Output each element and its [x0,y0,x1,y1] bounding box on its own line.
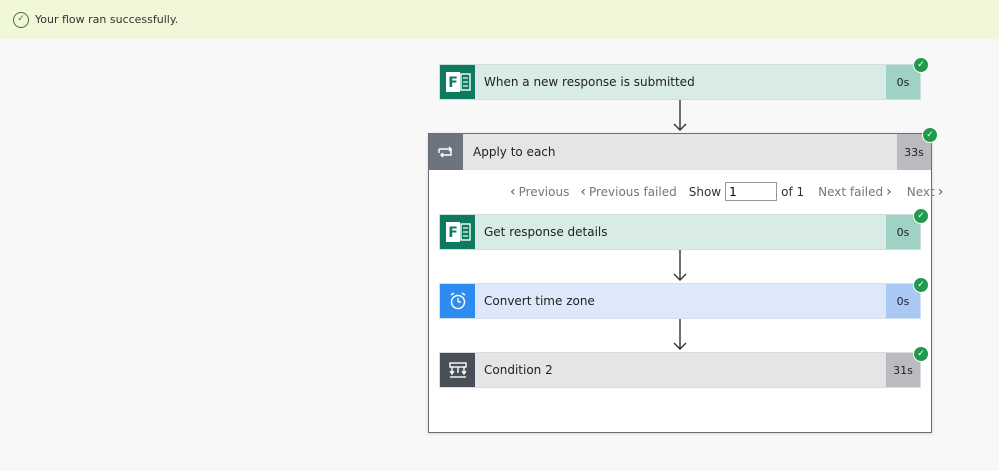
trigger-success-icon: ✓ [913,57,929,73]
chevron-right-icon: › [937,183,944,200]
next-button[interactable]: Next › [907,184,947,200]
action-card-convert-time-zone[interactable]: Convert time zone 0s [439,283,921,319]
svg-text:F: F [448,75,458,91]
action-success-icon: ✓ [913,208,929,224]
action-success-icon: ✓ [913,346,929,362]
action-title: Convert time zone [484,294,595,308]
trigger-card[interactable]: F When a new response is submitted 0s [439,64,921,100]
connector-arrow [673,250,687,281]
action-card-get-response-details[interactable]: F Get response details 0s [439,214,921,250]
iteration-input[interactable] [725,182,778,201]
action-success-icon: ✓ [913,277,929,293]
action-card-condition-2[interactable]: Condition 2 31s [439,352,921,388]
forms-icon: F [440,65,475,99]
trigger-title: When a new response is submitted [484,75,695,89]
clock-icon [440,284,475,318]
previous-button[interactable]: ‹ Previous [507,184,569,200]
previous-label: Previous [518,184,570,199]
loop-icon [429,134,463,170]
next-failed-button[interactable]: Next failed › [818,184,895,200]
condition-icon [440,353,475,387]
chevron-left-icon: ‹ [510,183,516,200]
success-check-icon: ✓ [13,11,29,28]
previous-failed-button[interactable]: ‹ Previous failed [577,184,676,200]
action-title: Get response details [484,225,608,239]
of-label: of 1 [781,184,805,199]
iteration-pager: ‹ Previous ‹ Previous failed Show of 1 N… [507,182,946,201]
chevron-left-icon: ‹ [580,183,586,200]
apply-to-each-title: Apply to each [473,145,556,159]
svg-text:F: F [448,225,458,241]
connector-arrow [673,319,687,350]
previous-failed-label: Previous failed [588,184,677,199]
connector-arrow [673,100,687,131]
next-failed-label: Next failed [818,184,884,199]
forms-icon: F [440,215,475,249]
action-title: Condition 2 [484,363,553,377]
success-banner: ✓ Your flow ran successfully. [0,0,999,39]
chevron-right-icon: › [886,183,892,200]
show-label: Show [688,184,722,199]
apply-to-each-header[interactable]: Apply to each 33s [429,134,931,170]
apply-to-each-success-icon: ✓ [922,127,938,143]
next-label: Next [906,184,935,199]
banner-message: Your flow ran successfully. [35,13,179,26]
